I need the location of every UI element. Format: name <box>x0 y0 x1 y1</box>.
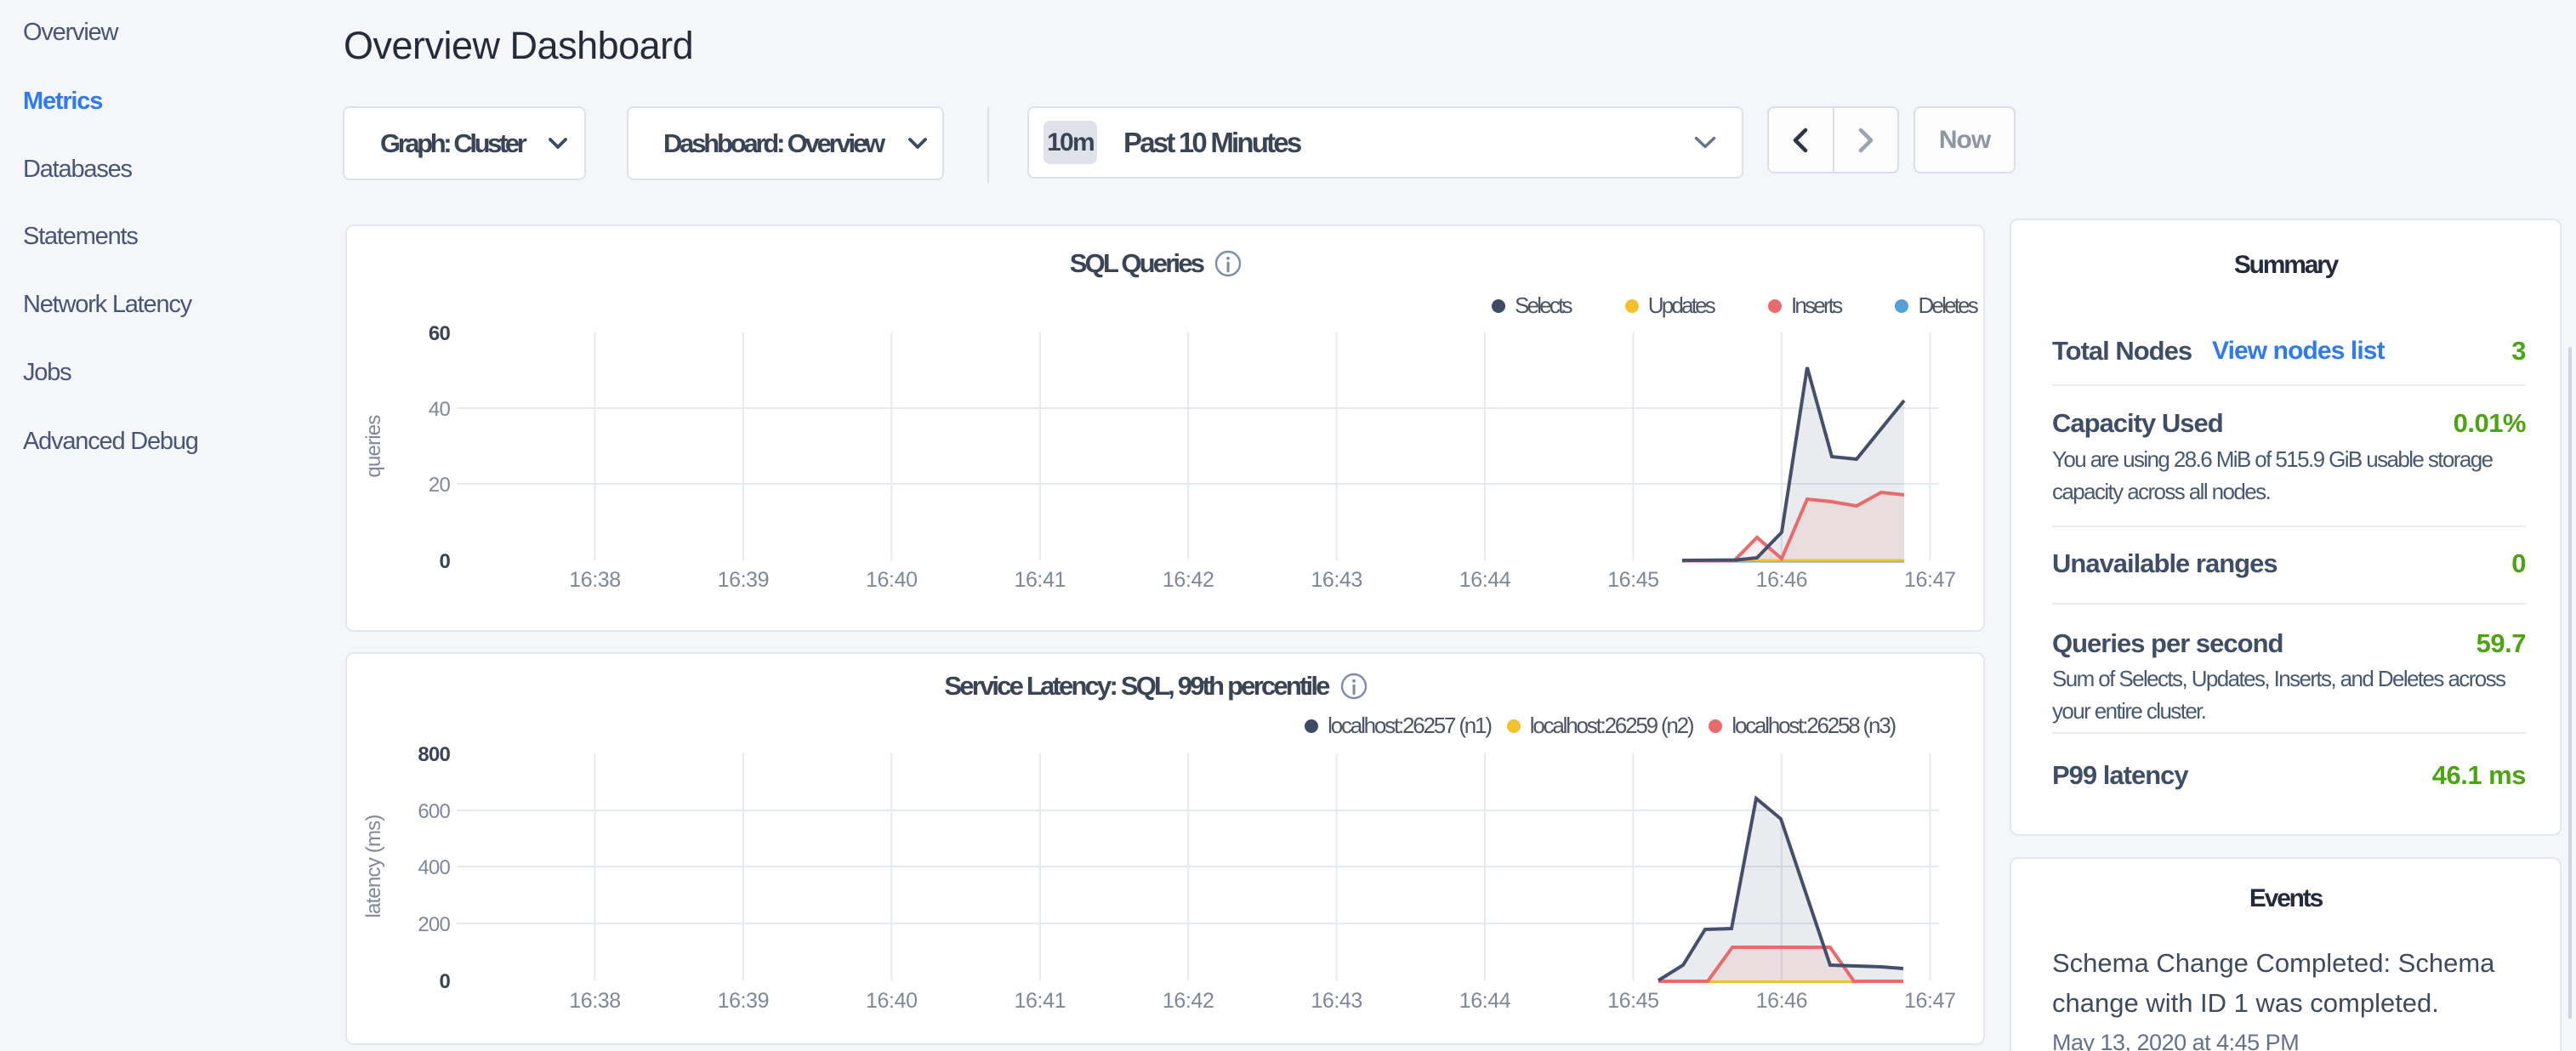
svg-text:20: 20 <box>429 474 451 497</box>
svg-text:16:41: 16:41 <box>1015 989 1066 1013</box>
svg-text:16:44: 16:44 <box>1459 989 1511 1013</box>
svg-text:16:42: 16:42 <box>1163 989 1214 1013</box>
svg-text:16:43: 16:43 <box>1311 989 1362 1013</box>
svg-text:16:47: 16:47 <box>1904 989 1956 1013</box>
svg-text:16:45: 16:45 <box>1607 989 1659 1013</box>
svg-text:200: 200 <box>418 913 450 936</box>
svg-text:16:43: 16:43 <box>1311 568 1362 592</box>
svg-text:800: 800 <box>418 743 450 766</box>
svg-text:16:40: 16:40 <box>866 989 918 1013</box>
svg-text:16:39: 16:39 <box>718 568 770 592</box>
svg-text:400: 400 <box>418 856 450 879</box>
svg-text:16:46: 16:46 <box>1756 989 1808 1013</box>
svg-text:16:39: 16:39 <box>718 989 770 1013</box>
svg-text:16:44: 16:44 <box>1459 568 1511 592</box>
svg-text:queries: queries <box>362 415 385 478</box>
svg-text:0: 0 <box>439 970 450 993</box>
svg-text:latency (ms): latency (ms) <box>362 815 385 917</box>
svg-text:40: 40 <box>429 398 451 421</box>
svg-text:16:41: 16:41 <box>1015 568 1066 592</box>
svg-text:16:45: 16:45 <box>1607 568 1659 592</box>
svg-text:60: 60 <box>429 322 451 345</box>
svg-text:16:46: 16:46 <box>1756 568 1808 592</box>
svg-text:16:38: 16:38 <box>569 989 621 1013</box>
svg-text:16:42: 16:42 <box>1163 568 1214 592</box>
svg-text:16:47: 16:47 <box>1904 568 1956 592</box>
svg-text:16:38: 16:38 <box>569 568 621 592</box>
svg-text:16:40: 16:40 <box>866 568 918 592</box>
svg-text:0: 0 <box>439 550 450 573</box>
svg-text:600: 600 <box>418 800 450 823</box>
